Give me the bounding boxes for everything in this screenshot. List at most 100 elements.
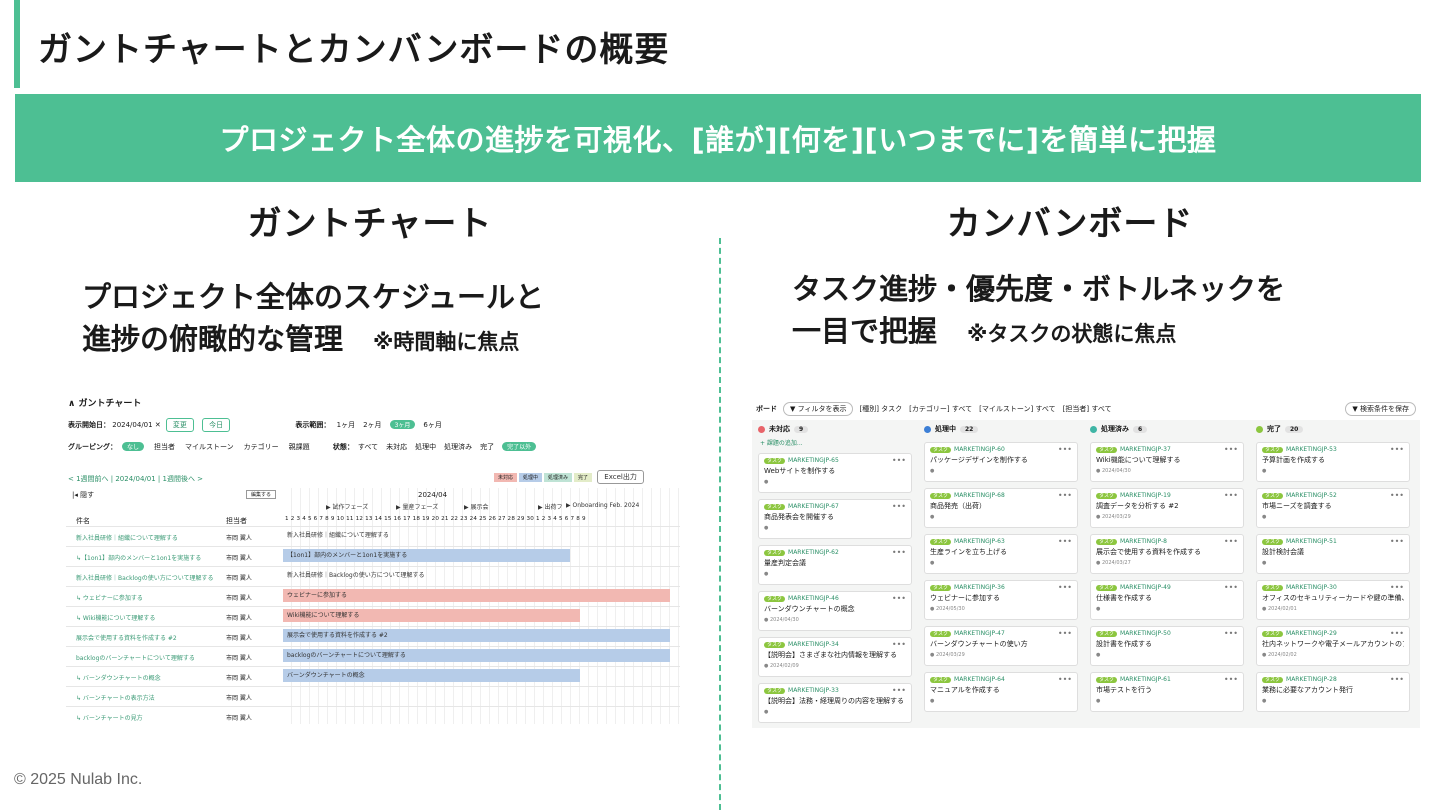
card-key[interactable]: タスク MARKETINGJP-30 [1262, 584, 1404, 591]
card-key[interactable]: タスク MARKETINGJP-8 [1096, 538, 1238, 545]
card-key[interactable]: タスク MARKETINGJP-68 [930, 492, 1072, 499]
gantt-bar[interactable]: Wiki機能について理解する [283, 609, 580, 622]
gantt-task-link[interactable]: ↳ バーンチャートの表示方法 [76, 693, 155, 702]
more-icon[interactable]: ••• [1224, 537, 1238, 546]
gantt-task-link[interactable]: ↳ バーンダウンチャートの概念 [76, 673, 161, 682]
kanban-card[interactable]: タスク MARKETINGJP-64 マニュアルを作成する ● ••• [924, 672, 1078, 712]
card-key[interactable]: タスク MARKETINGJP-29 [1262, 630, 1404, 637]
kanban-card[interactable]: タスク MARKETINGJP-46 バーンダウンチャートの概念 ● 2024/04/… [758, 591, 912, 631]
today-button[interactable]: 今日 [202, 418, 231, 432]
kanban-card[interactable]: タスク MARKETINGJP-8 展示会で使用する資料を作成する ● 2024/03… [1090, 534, 1244, 574]
status-filter-option[interactable]: 完了以外 [502, 442, 537, 451]
card-key[interactable]: タスク MARKETINGJP-52 [1262, 492, 1404, 499]
kanban-card[interactable]: タスク MARKETINGJP-52 市場ニーズを調査する ● ••• [1256, 488, 1410, 528]
range-option[interactable]: 1ヶ月 [337, 421, 355, 429]
range-option[interactable]: 3ヶ月 [389, 420, 416, 429]
grouping-option[interactable]: 担当者 [154, 443, 175, 451]
gantt-task-link[interactable]: 新入社員研修｜Backlogの使い方について理解する [76, 573, 214, 582]
card-key[interactable]: タスク MARKETINGJP-65 [764, 457, 906, 464]
gantt-bar[interactable]: ウェビナーに参加する [283, 589, 670, 602]
kanban-card[interactable]: タスク MARKETINGJP-28 業務に必要なアカウント発行 ● ••• [1256, 672, 1410, 712]
excel-export-button[interactable]: Excel出力 [597, 470, 644, 484]
more-icon[interactable]: ••• [1390, 491, 1404, 500]
grouping-option[interactable]: 親課題 [289, 443, 310, 451]
status-filter-option[interactable]: 未対応 [386, 443, 407, 451]
gantt-task-link[interactable]: ↳ ウェビナーに参加する [76, 593, 143, 602]
card-key[interactable]: タスク MARKETINGJP-64 [930, 676, 1072, 683]
card-key[interactable]: タスク MARKETINGJP-37 [1096, 446, 1238, 453]
range-option[interactable]: 2ヶ月 [363, 421, 381, 429]
card-key[interactable]: タスク MARKETINGJP-49 [1096, 584, 1238, 591]
gantt-bar[interactable]: 新入社員研修｜Backlogの使い方について理解する [283, 569, 483, 582]
kanban-card[interactable]: タスク MARKETINGJP-51 設計検討会議 ● ••• [1256, 534, 1410, 574]
more-icon[interactable]: ••• [1224, 629, 1238, 638]
kanban-card[interactable]: タスク MARKETINGJP-67 商品発表会を開催する ● ••• [758, 499, 912, 539]
gantt-task-link[interactable]: ↳【1on1】部内のメンバーと1on1を実施する [76, 553, 201, 562]
save-search-button[interactable]: ▼ 検索条件を保存 [1345, 402, 1416, 416]
kanban-card[interactable]: タスク MARKETINGJP-53 予算計画を作成する ● ••• [1256, 442, 1410, 482]
card-key[interactable]: タスク MARKETINGJP-34 [764, 641, 906, 648]
more-icon[interactable]: ••• [1224, 491, 1238, 500]
status-filter-option[interactable]: 処理済み [444, 443, 472, 451]
card-key[interactable]: タスク MARKETINGJP-62 [764, 549, 906, 556]
gantt-task-link[interactable]: ↳ Wiki機能について理解する [76, 613, 155, 622]
kanban-card[interactable]: タスク MARKETINGJP-33 【説明会】法務・経理周りの内容を理解する ● ••… [758, 683, 912, 723]
more-icon[interactable]: ••• [1058, 583, 1072, 592]
status-filter-option[interactable]: 処理中 [415, 443, 436, 451]
more-icon[interactable]: ••• [1058, 675, 1072, 684]
card-key[interactable]: タスク MARKETINGJP-67 [764, 503, 906, 510]
kanban-card[interactable]: タスク MARKETINGJP-47 バーンダウンチャートの使い方 ● 2024/03… [924, 626, 1078, 666]
status-filter-option[interactable]: すべて [358, 443, 378, 451]
more-icon[interactable]: ••• [1224, 675, 1238, 684]
gantt-task-link[interactable]: backlogのバーンチャートについて理解する [76, 653, 195, 662]
more-icon[interactable]: ••• [892, 640, 906, 649]
status-filter-option[interactable]: 完了 [480, 443, 494, 451]
range-option[interactable]: 6ヶ月 [423, 421, 441, 429]
filter-button[interactable]: ▼ フィルタを表示 [783, 402, 854, 416]
kanban-card[interactable]: タスク MARKETINGJP-36 ウェビナーに参加する ● 2024/05/30 •… [924, 580, 1078, 620]
more-icon[interactable]: ••• [892, 456, 906, 465]
more-icon[interactable]: ••• [1390, 445, 1404, 454]
card-key[interactable]: タスク MARKETINGJP-28 [1262, 676, 1404, 683]
card-key[interactable]: タスク MARKETINGJP-50 [1096, 630, 1238, 637]
kanban-card[interactable]: タスク MARKETINGJP-63 生産ラインを立ち上げる ● ••• [924, 534, 1078, 574]
more-icon[interactable]: ••• [892, 548, 906, 557]
kanban-card[interactable]: タスク MARKETINGJP-60 パッケージデザインを制作する ● ••• [924, 442, 1078, 482]
gantt-task-link[interactable]: ↳ バーンチャートの見方 [76, 713, 143, 722]
more-icon[interactable]: ••• [1058, 537, 1072, 546]
more-icon[interactable]: ••• [1390, 629, 1404, 638]
kanban-card[interactable]: タスクMARKETINGJP-30 オフィスのセキュリティーカードや鍵の準備、入退… [1256, 580, 1410, 620]
kanban-card[interactable]: タスクMARKETINGJP-29 社内ネットワークや電子メールアカウントのアクセ… [1256, 626, 1410, 666]
gantt-week-nav[interactable]: < 1週間前へ | 2024/04/01 | 1週間後へ > [68, 474, 203, 484]
grouping-option[interactable]: カテゴリー [244, 443, 279, 451]
grouping-option[interactable]: なし [122, 442, 145, 451]
card-key[interactable]: タスク MARKETINGJP-63 [930, 538, 1072, 545]
kanban-card[interactable]: タスク MARKETINGJP-34 【説明会】さまざまな社内情報を理解する ● 20… [758, 637, 912, 677]
more-icon[interactable]: ••• [1224, 445, 1238, 454]
card-key[interactable]: タスク MARKETINGJP-60 [930, 446, 1072, 453]
gantt-task-link[interactable]: 展示会で使用する資料を作成する #2 [76, 633, 177, 642]
more-icon[interactable]: ••• [1224, 583, 1238, 592]
kanban-card[interactable]: タスク MARKETINGJP-49 仕様書を作成する ● ••• [1090, 580, 1244, 620]
kanban-card[interactable]: タスク MARKETINGJP-19 調査データを分析する #2 ● 2024/03/… [1090, 488, 1244, 528]
edit-button[interactable]: 編集する [246, 490, 277, 499]
gantt-bar[interactable]: 新入社員研修｜組織について理解する [283, 529, 483, 542]
card-key[interactable]: タスク MARKETINGJP-36 [930, 584, 1072, 591]
more-icon[interactable]: ••• [1390, 537, 1404, 546]
card-key[interactable]: タスク MARKETINGJP-61 [1096, 676, 1238, 683]
card-key[interactable]: タスク MARKETINGJP-46 [764, 595, 906, 602]
kanban-card[interactable]: タスク MARKETINGJP-50 設計書を作成する ● ••• [1090, 626, 1244, 666]
card-key[interactable]: タスク MARKETINGJP-47 [930, 630, 1072, 637]
start-date-input[interactable]: 2024/04/01 [112, 421, 152, 429]
kanban-card[interactable]: タスク MARKETINGJP-62 量産判定会議 ● ••• [758, 545, 912, 585]
kanban-card[interactable]: タスク MARKETINGJP-65 Webサイトを制作する ● ••• [758, 453, 912, 493]
hide-button[interactable]: |◂ 隠す [72, 490, 94, 500]
gantt-bar[interactable]: 展示会で使用する資料を作成する #2 [283, 629, 670, 642]
kanban-card[interactable]: タスク MARKETINGJP-37 Wiki機能について理解する ● 2024/04… [1090, 442, 1244, 482]
grouping-option[interactable]: マイルストーン [185, 443, 234, 451]
change-button[interactable]: 変更 [165, 418, 194, 432]
more-icon[interactable]: ••• [1390, 583, 1404, 592]
card-key[interactable]: タスク MARKETINGJP-53 [1262, 446, 1404, 453]
more-icon[interactable]: ••• [1058, 445, 1072, 454]
more-icon[interactable]: ••• [892, 686, 906, 695]
